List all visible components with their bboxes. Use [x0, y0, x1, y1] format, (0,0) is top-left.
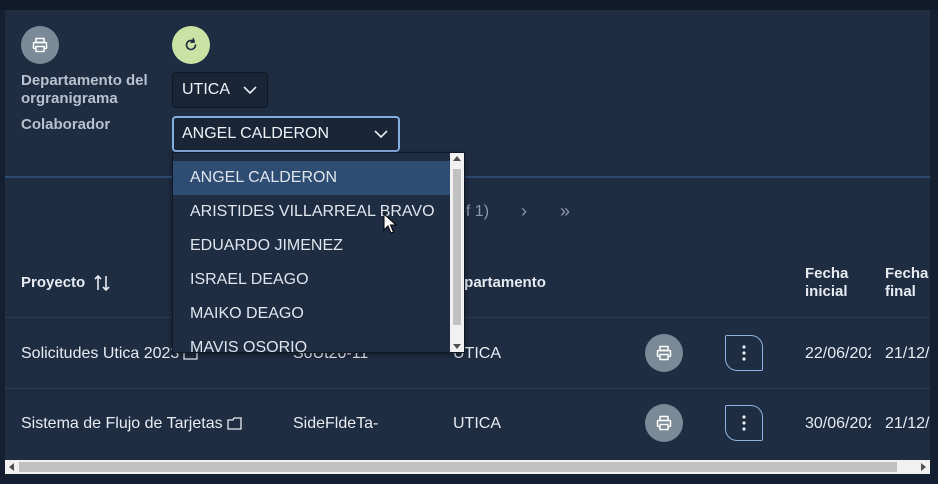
table-row-1-start-date: 22/06/2023: [805, 345, 871, 362]
scroll-left-arrow-icon[interactable]: [9, 463, 14, 471]
top-strip: [0, 0, 938, 10]
table-row-2-end-date: 21/12/: [885, 415, 930, 432]
next-page-button[interactable]: ›: [521, 201, 527, 222]
row-separator: [5, 388, 930, 389]
more-vertical-icon: [742, 345, 746, 361]
printer-icon: [32, 37, 48, 53]
right-gutter: [930, 10, 938, 460]
table-row-2-print-button[interactable]: [645, 404, 683, 442]
more-vertical-icon: [742, 415, 746, 431]
table-row-1-end-date: 21/12/: [885, 345, 930, 362]
table-row-2-department: UTICA: [453, 415, 501, 432]
dropdown-option[interactable]: EDUARDO JIMENEZ: [173, 229, 451, 263]
horizontal-scrollbar-thumb[interactable]: [19, 462, 897, 472]
dropdown-scrollbar-thumb[interactable]: [453, 169, 461, 325]
table-row-2-code: SideFldeTa-: [293, 415, 379, 432]
table-row-1-more-button[interactable]: [725, 335, 763, 371]
chevron-down-icon: [243, 86, 257, 95]
table-row-1-print-button[interactable]: [645, 334, 683, 372]
department-select[interactable]: UTICA: [172, 72, 268, 108]
collaborator-select-value: ANGEL CALDERON: [182, 125, 329, 142]
sort-icon: [94, 274, 110, 292]
report-panel: Departamento del orgranigrama Colaborado…: [5, 10, 930, 460]
folder-icon: [226, 417, 242, 430]
department-select-value: UTICA: [182, 81, 230, 98]
print-report-button[interactable]: [21, 26, 59, 64]
collaborator-select[interactable]: ANGEL CALDERON: [172, 116, 400, 152]
horizontal-scrollbar[interactable]: [5, 460, 930, 474]
table-row-1-project-name: Solicitudes Utica 2023: [21, 345, 180, 362]
dropdown-option[interactable]: ANGEL CALDERON: [173, 161, 451, 195]
refresh-icon: [185, 38, 197, 51]
header-separator: [5, 317, 930, 318]
column-header-project-label: Proyecto: [21, 274, 86, 291]
last-page-button[interactable]: »: [560, 201, 570, 222]
dropdown-option[interactable]: ARISTIDES VILLARREAL BRAVO: [173, 195, 451, 229]
column-header-start-date: Fecha inicial: [805, 265, 849, 300]
mouse-cursor-icon: [383, 213, 397, 234]
scroll-down-arrow-icon[interactable]: [453, 344, 461, 349]
dropdown-option[interactable]: ISRAEL DEAGO: [173, 263, 451, 297]
collaborator-label: Colaborador: [21, 116, 111, 133]
table-row-2-start-date: 30/06/2023: [805, 415, 871, 432]
department-label: Departamento del orgranigrama: [21, 72, 148, 107]
printer-icon: [656, 415, 672, 431]
collaborator-dropdown-list: ANGEL CALDERON ARISTIDES VILLARREAL BRAV…: [172, 152, 465, 353]
dropdown-option[interactable]: MAVIS OSORIO: [173, 331, 451, 352]
scroll-right-arrow-icon[interactable]: [921, 463, 926, 471]
printer-icon: [656, 345, 672, 361]
table-row-2-project: Sistema de Flujo de Tarjetas: [21, 415, 243, 433]
scroll-up-arrow-icon[interactable]: [453, 156, 461, 161]
column-header-end-date: Fecha final: [885, 265, 929, 300]
dropdown-scrollbar[interactable]: [450, 153, 464, 352]
table-row-2-more-button[interactable]: [725, 405, 763, 441]
chevron-down-icon: [374, 130, 388, 139]
section-divider: [5, 176, 930, 178]
table-row-2-project-name: Sistema de Flujo de Tarjetas: [21, 415, 223, 432]
refresh-button[interactable]: [172, 26, 210, 64]
column-header-project[interactable]: Proyecto: [21, 274, 111, 292]
dropdown-option[interactable]: MAIKO DEAGO: [173, 297, 451, 331]
